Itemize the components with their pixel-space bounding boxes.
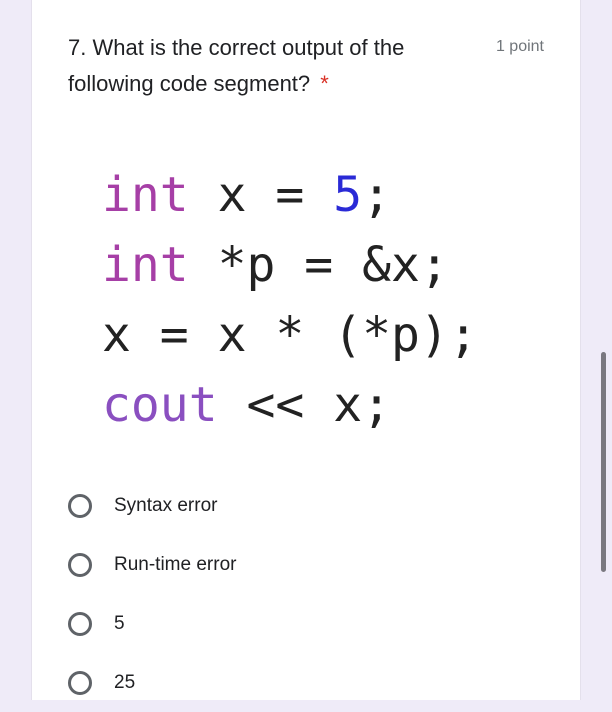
option-label: Syntax error: [114, 494, 218, 516]
code-text: ;: [362, 167, 392, 223]
option-label: 25: [114, 671, 136, 693]
option-run-time-error[interactable]: Run-time error: [68, 535, 236, 594]
code-text: << x;: [217, 377, 391, 433]
code-keyword: int: [102, 237, 189, 293]
code-text: x =: [188, 167, 334, 223]
option-5[interactable]: 5: [68, 594, 236, 653]
option-label: 5: [114, 612, 125, 634]
question-number: 7.: [68, 35, 87, 60]
code-line: cout << x;: [102, 370, 478, 440]
code-image: int x = 5; int *p = &x; x = x * (*p); cout …: [102, 160, 478, 440]
code-line: x = x * (*p);: [102, 300, 478, 370]
radio-button[interactable]: [68, 493, 92, 518]
scrollbar[interactable]: [601, 352, 606, 572]
radio-button[interactable]: [68, 611, 92, 636]
option-syntax-error[interactable]: Syntax error: [68, 476, 236, 535]
required-asterisk: *: [320, 71, 329, 96]
code-line: int x = 5;: [102, 160, 478, 230]
code-keyword: int: [102, 167, 189, 223]
code-keyword: cout: [102, 377, 218, 433]
question-card: 7. What is the correct output of the fol…: [31, 0, 581, 700]
code-text: x = x * (*p);: [102, 307, 478, 363]
radio-button[interactable]: [68, 552, 92, 577]
option-label: Run-time error: [114, 553, 237, 575]
option-25[interactable]: 25: [68, 653, 236, 712]
answer-options: Syntax error Run-time error 5 25: [68, 476, 236, 712]
question-text: What is the correct output of the follow…: [68, 35, 405, 96]
code-number: 5: [333, 167, 363, 223]
radio-button[interactable]: [68, 670, 92, 695]
code-text: *p = &x;: [188, 237, 449, 293]
points-label: 1 point: [495, 38, 544, 55]
question-title: 7. What is the correct output of the fol…: [68, 30, 458, 102]
code-line: int *p = &x;: [102, 230, 478, 300]
